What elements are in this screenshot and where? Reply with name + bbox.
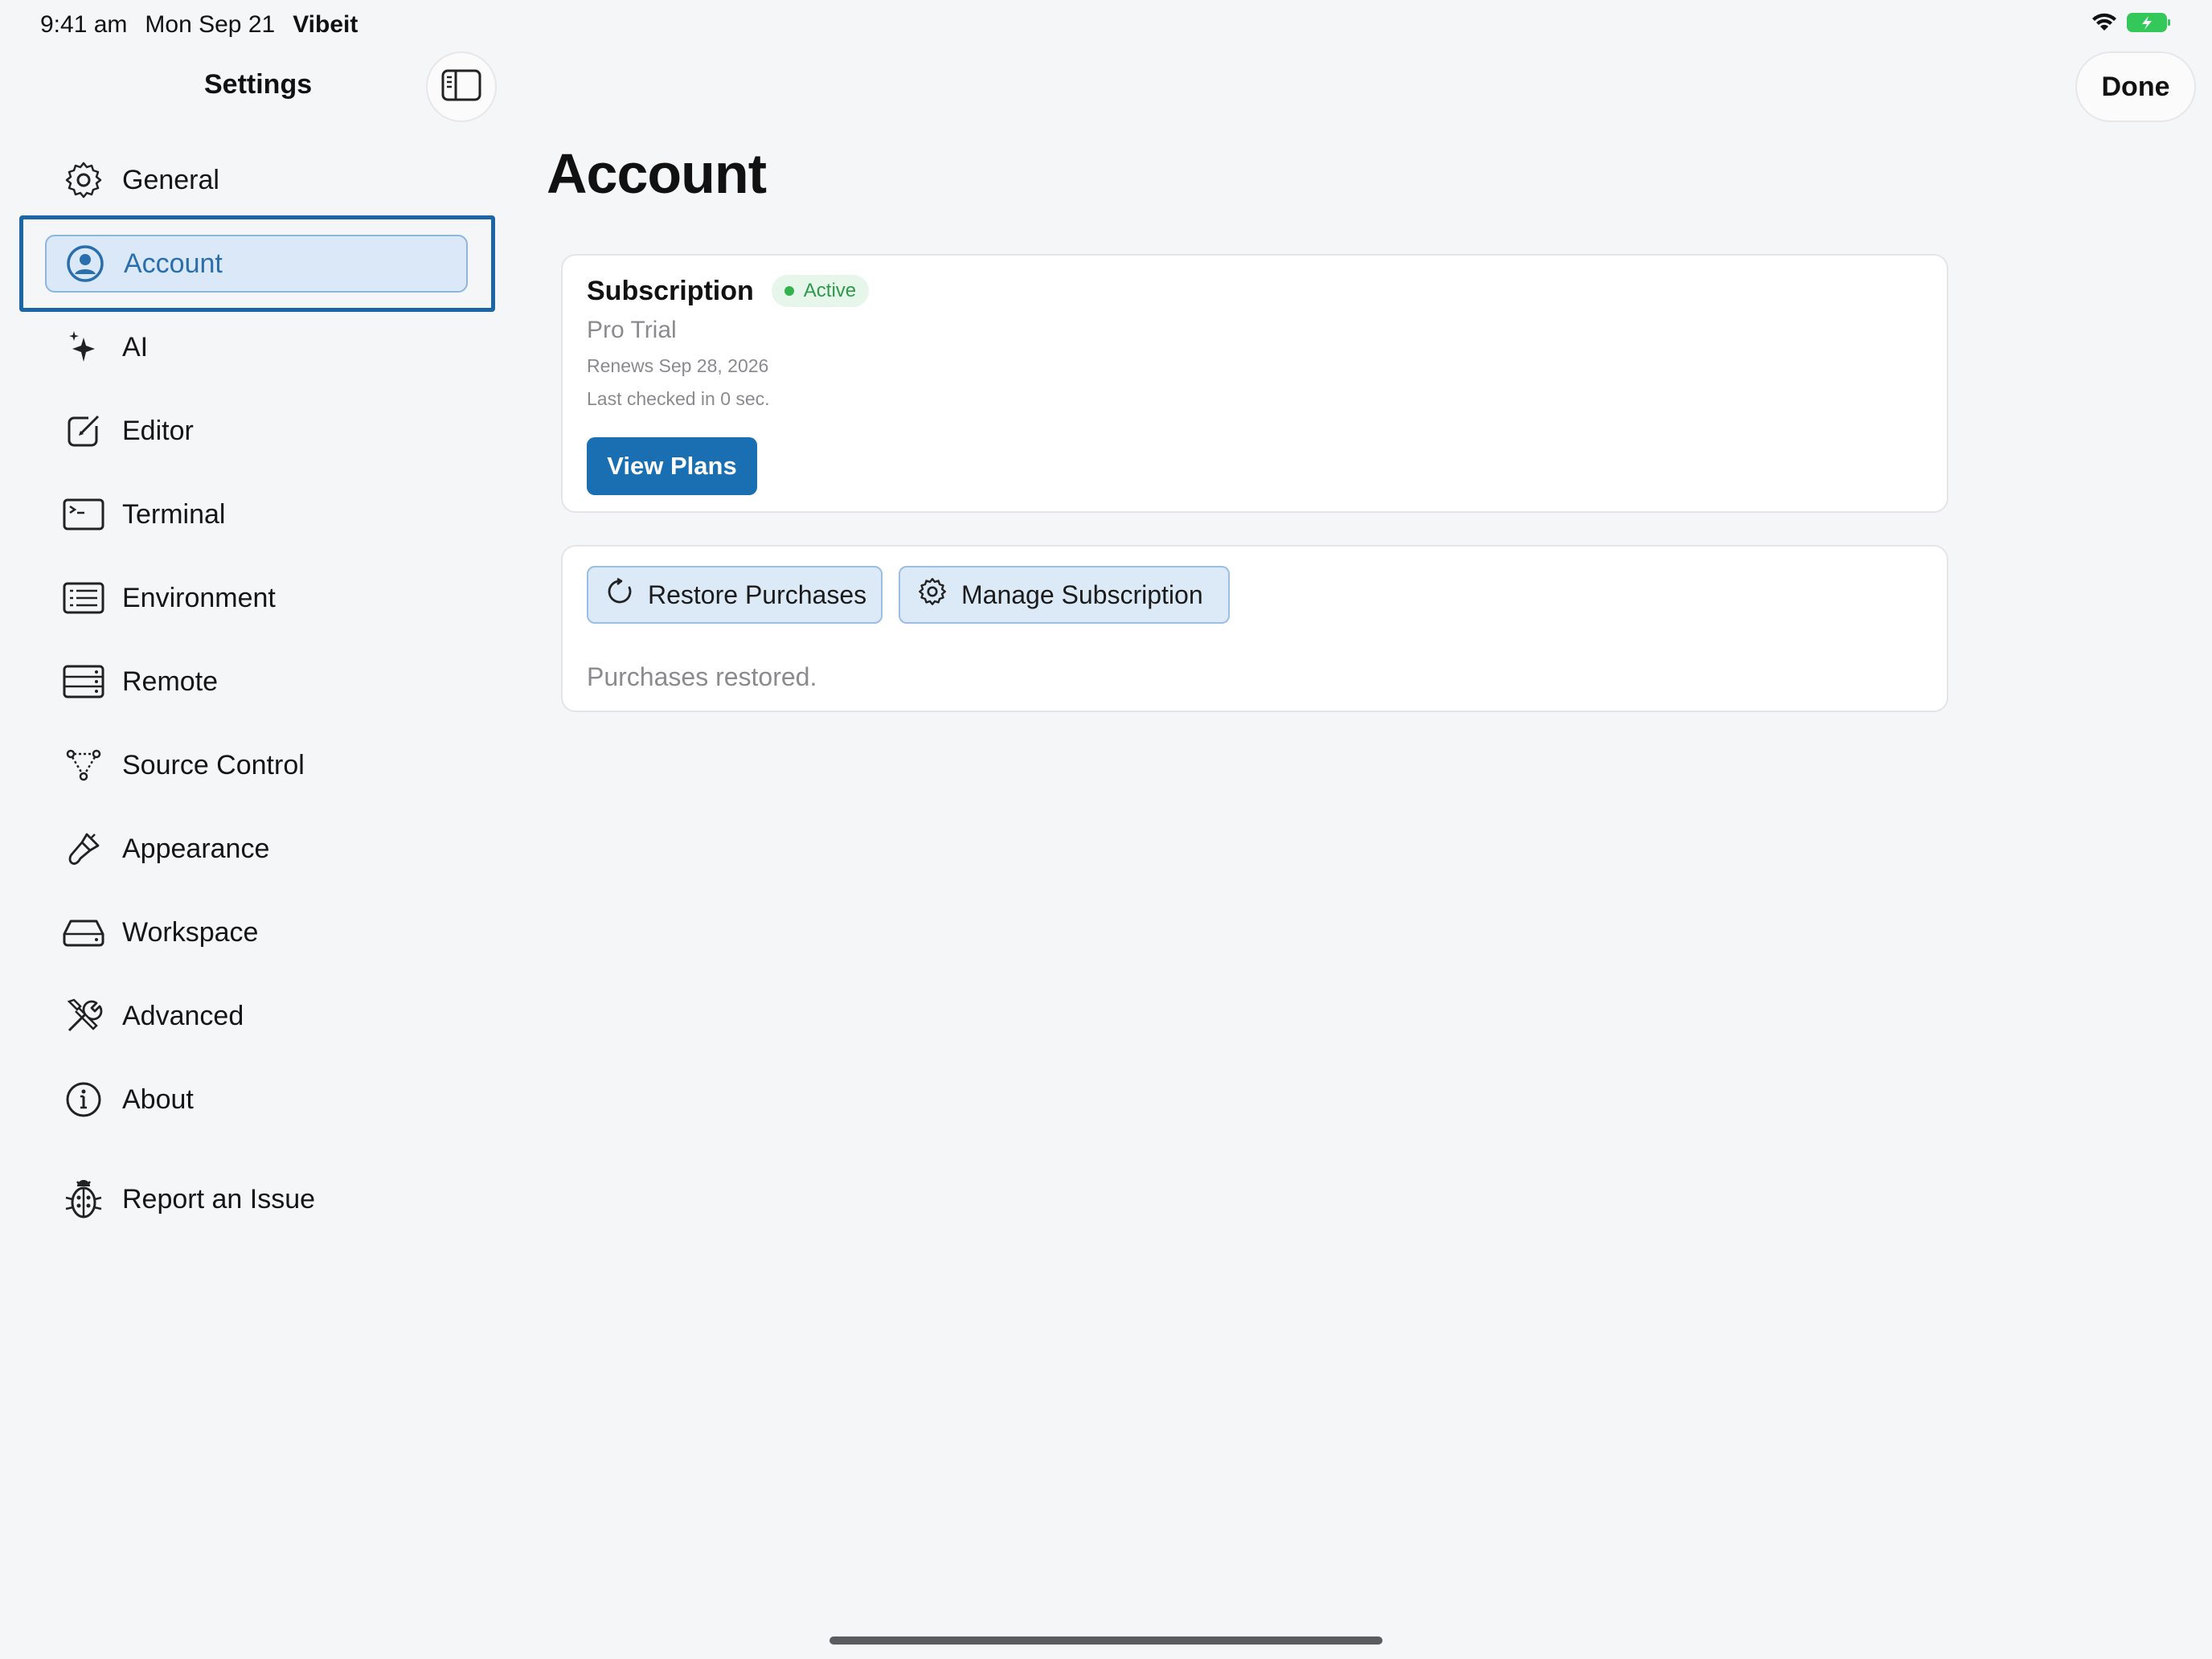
sidebar-item-remote[interactable]: Remote	[45, 653, 468, 711]
bug-icon	[63, 1178, 104, 1220]
sidebar-item-account[interactable]: Account	[45, 235, 468, 293]
status-bar-right	[2090, 11, 2172, 38]
plan-name: Pro Trial	[587, 317, 677, 343]
sidebar-item-label: About	[122, 1083, 194, 1115]
page-title: Account	[547, 142, 767, 205]
sidebar-item-general[interactable]: General	[45, 151, 468, 209]
sidebar-item-label: Source Control	[122, 749, 305, 780]
sidebar-toggle-button[interactable]	[426, 51, 497, 122]
sidebar-item-label: Appearance	[122, 833, 270, 864]
subscription-card: Subscription Active Pro Trial Renews Sep…	[561, 254, 1948, 513]
gear-icon	[63, 159, 104, 201]
sidebar-item-label: Remote	[122, 666, 219, 697]
manage-subscription-label: Manage Subscription	[961, 580, 1203, 609]
branch-icon	[63, 744, 104, 786]
last-checked: Last checked in 0 sec.	[587, 388, 770, 409]
renewal-date: Renews Sep 28, 2026	[587, 355, 769, 376]
status-badge-label: Active	[803, 280, 857, 301]
status-app-name: Vibeit	[293, 11, 358, 38]
sparkles-icon	[63, 326, 104, 368]
drive-icon	[63, 911, 104, 953]
refresh-icon	[606, 577, 633, 612]
subscription-header: Subscription Active	[587, 275, 870, 307]
sidebar-item-ai[interactable]: AI	[45, 318, 468, 376]
done-button[interactable]: Done	[2075, 51, 2196, 122]
tools-icon	[63, 995, 104, 1037]
sidebar-item-terminal[interactable]: Terminal	[45, 485, 468, 543]
terminal-icon	[63, 494, 104, 535]
sidebar-title: Settings	[204, 69, 313, 100]
sidebar-item-report-issue[interactable]: Report an Issue	[45, 1170, 468, 1228]
manage-subscription-button[interactable]: Manage Subscription	[899, 566, 1230, 624]
sidebar-item-label: Editor	[122, 415, 194, 446]
sidebar-item-label: Workspace	[122, 916, 259, 948]
sidebar-item-label: Environment	[122, 582, 276, 613]
sidebar-item-label: General	[122, 164, 219, 195]
purchases-card: Restore Purchases Manage Subscription Pu…	[561, 545, 1948, 712]
sidebar-item-editor[interactable]: Editor	[45, 402, 468, 460]
server-icon	[63, 661, 104, 703]
sidebar-icon	[441, 69, 481, 105]
sidebar-item-workspace[interactable]: Workspace	[45, 903, 468, 961]
sidebar-item-label: Advanced	[122, 1000, 244, 1031]
sidebar-item-source-control[interactable]: Source Control	[45, 736, 468, 794]
view-plans-button[interactable]: View Plans	[587, 437, 757, 495]
sidebar-item-advanced[interactable]: Advanced	[45, 987, 468, 1045]
subscription-title: Subscription	[587, 275, 754, 306]
battery-icon	[2127, 11, 2172, 38]
gear-icon	[918, 577, 947, 612]
sidebar-item-appearance[interactable]: Appearance	[45, 820, 468, 878]
wifi-icon	[2090, 11, 2119, 38]
sidebar-item-label: Report an Issue	[122, 1183, 316, 1215]
list-icon	[63, 577, 104, 619]
info-icon	[63, 1079, 104, 1120]
restore-purchases-button[interactable]: Restore Purchases	[587, 566, 883, 624]
sidebar-item-label: Terminal	[122, 498, 226, 530]
sidebar-item-label: Account	[124, 248, 223, 279]
sidebar-item-label: AI	[122, 331, 149, 363]
edit-icon	[63, 410, 104, 452]
sidebar-item-about[interactable]: About	[45, 1071, 468, 1129]
status-badge: Active	[771, 275, 870, 307]
person-circle-icon	[64, 243, 106, 285]
purchases-status-message: Purchases restored.	[587, 662, 817, 691]
status-date: Mon Sep 21	[145, 11, 276, 38]
sidebar-item-environment[interactable]: Environment	[45, 569, 468, 627]
status-bar-left: 9:41 am Mon Sep 21 Vibeit	[40, 11, 358, 39]
status-dot-icon	[784, 286, 794, 296]
paintbrush-icon	[63, 828, 104, 870]
status-time: 9:41 am	[40, 11, 128, 38]
home-indicator[interactable]	[830, 1636, 1382, 1645]
restore-purchases-label: Restore Purchases	[648, 580, 867, 609]
